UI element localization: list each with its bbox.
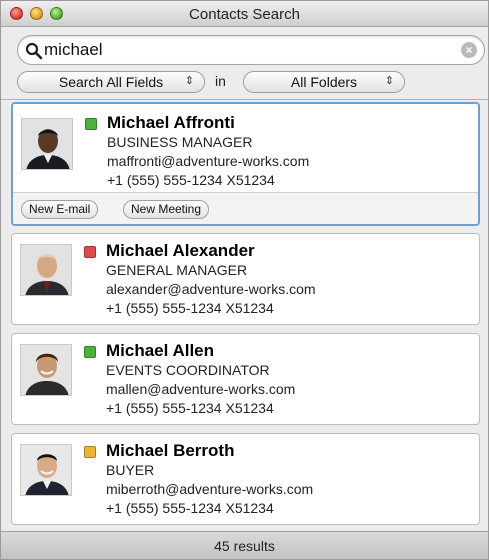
contact-name: Michael Alexander	[106, 241, 255, 260]
search-field[interactable]: ×	[17, 35, 485, 65]
folder-select[interactable]: All Folders ⇕	[243, 71, 405, 93]
contact-phone: +1 (555) 555-1234 X51234	[106, 300, 274, 316]
contact-card[interactable]: Michael Alexander GENERAL MANAGER alexan…	[11, 233, 480, 325]
status-bar: 45 results	[1, 531, 488, 559]
contact-job-title: GENERAL MANAGER	[106, 262, 248, 278]
search-input[interactable]	[44, 39, 444, 61]
folder-select-label: All Folders	[290, 74, 358, 90]
results-count: 45 results	[214, 538, 275, 554]
contact-email[interactable]: miberroth@adventure-works.com	[106, 481, 313, 497]
contacts-list: Michael Affronti BUSINESS MANAGER maffro…	[11, 101, 481, 527]
contact-card[interactable]: Michael Affronti BUSINESS MANAGER maffro…	[11, 102, 480, 226]
contact-phone: +1 (555) 555-1234 X51234	[107, 172, 275, 188]
contact-email[interactable]: alexander@adventure-works.com	[106, 281, 316, 297]
search-fields-select[interactable]: Search All Fields ⇕	[17, 71, 205, 93]
card-actions: New E-mail New Meeting	[13, 192, 478, 224]
contact-job-title: BUYER	[106, 462, 155, 478]
updown-arrows-icon: ⇕	[384, 75, 394, 87]
search-fields-label: Search All Fields	[58, 74, 164, 90]
contact-job-title: EVENTS COORDINATOR	[106, 362, 270, 378]
contact-email[interactable]: maffronti@adventure-works.com	[107, 153, 309, 169]
contact-email[interactable]: mallen@adventure-works.com	[106, 381, 295, 397]
list-scrollbar[interactable]	[484, 101, 489, 527]
contact-name: Michael Affronti	[107, 113, 235, 132]
contact-photo	[20, 344, 72, 396]
presence-status-icon	[84, 246, 96, 258]
window-title: Contacts Search	[189, 6, 300, 23]
new-email-button[interactable]: New E-mail	[21, 200, 99, 219]
contact-card[interactable]: Michael Berroth BUYER miberroth@adventur…	[11, 433, 480, 525]
contact-photo	[21, 118, 73, 170]
in-label: in	[215, 73, 226, 89]
contact-phone: +1 (555) 555-1234 X51234	[106, 500, 274, 516]
contact-job-title: BUSINESS MANAGER	[107, 134, 253, 150]
search-icon	[25, 42, 43, 60]
new-meeting-button[interactable]: New Meeting	[123, 200, 210, 219]
contact-name: Michael Allen	[106, 341, 215, 360]
title-bar: Contacts Search	[1, 1, 488, 27]
clear-icon[interactable]: ×	[461, 42, 477, 58]
updown-arrows-icon: ⇕	[184, 75, 194, 87]
presence-status-icon	[84, 446, 96, 458]
presence-status-icon	[85, 118, 97, 130]
contact-photo	[20, 444, 72, 496]
presence-status-icon	[84, 346, 96, 358]
contact-card[interactable]: Michael Allen EVENTS COORDINATOR mallen@…	[11, 333, 480, 425]
contact-photo	[20, 244, 72, 296]
contact-name: Michael Berroth	[106, 441, 235, 460]
contacts-search-window: Contacts Search × Search All Fields ⇕ in…	[0, 0, 489, 560]
toolbar-divider	[1, 99, 488, 100]
contact-phone: +1 (555) 555-1234 X51234	[106, 400, 274, 416]
